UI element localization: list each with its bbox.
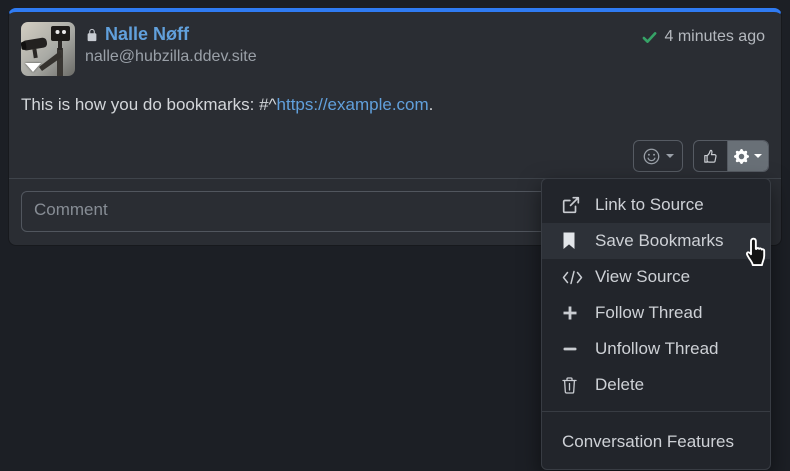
menu-item-label: Unfollow Thread: [595, 339, 718, 359]
post-header: Nalle Nøff nalle@hubzilla.ddev.site 4 mi…: [21, 22, 769, 76]
gear-icon: [734, 149, 749, 164]
post-body: This is how you do bookmarks: #^https://…: [21, 95, 769, 115]
author-info: Nalle Nøff nalle@hubzilla.ddev.site: [85, 22, 257, 66]
timestamp-label: 4 minutes ago: [664, 28, 765, 46]
post-menu-button[interactable]: [727, 141, 768, 171]
lock-icon: [85, 27, 99, 43]
author-address: nalle@hubzilla.ddev.site: [85, 48, 257, 66]
menu-item-label: View Source: [595, 267, 690, 287]
menu-item-label: Save Bookmarks: [595, 231, 724, 251]
menu-item-delete[interactable]: Delete: [542, 367, 770, 403]
code-icon: [562, 270, 584, 285]
post-actions: [633, 140, 769, 172]
menu-item-view-source[interactable]: View Source: [542, 259, 770, 295]
caret-down-icon: [754, 154, 762, 158]
avatar-dropdown-chevron-icon: [25, 63, 41, 72]
verified-check-icon: [641, 30, 658, 45]
emoji-reaction-button[interactable]: [633, 140, 683, 172]
menu-item-unfollow-thread[interactable]: Unfollow Thread: [542, 331, 770, 367]
caret-down-icon: [666, 154, 674, 158]
author-name-link[interactable]: Nalle Nøff: [105, 24, 189, 45]
menu-item-conversation-features[interactable]: Conversation Features: [542, 420, 770, 460]
like-settings-button-group: [693, 140, 769, 172]
menu-item-label: Follow Thread: [595, 303, 702, 323]
menu-divider: [542, 411, 770, 412]
timestamp: 4 minutes ago: [641, 22, 769, 46]
menu-item-follow-thread[interactable]: Follow Thread: [542, 295, 770, 331]
like-button[interactable]: [694, 141, 727, 171]
post-text-suffix: .: [429, 95, 434, 114]
smiley-icon: [643, 148, 660, 165]
avatar[interactable]: [21, 22, 75, 76]
menu-item-label: Link to Source: [595, 195, 704, 215]
post-options-dropdown: Link to Source Save Bookmarks View Sourc…: [541, 178, 771, 470]
menu-item-label: Delete: [595, 375, 644, 395]
trash-icon: [562, 377, 584, 394]
external-link-icon: [562, 196, 584, 214]
thumbs-up-icon: [702, 148, 719, 165]
post-content: Nalle Nøff nalle@hubzilla.ddev.site 4 mi…: [9, 12, 781, 179]
post-text: This is how you do bookmarks: #^: [21, 95, 277, 114]
menu-item-link-to-source[interactable]: Link to Source: [542, 187, 770, 223]
post-link[interactable]: https://example.com: [277, 95, 429, 114]
minus-icon: [562, 341, 584, 357]
bookmark-icon: [562, 232, 584, 250]
menu-item-save-bookmarks[interactable]: Save Bookmarks: [542, 223, 770, 259]
plus-icon: [562, 305, 584, 321]
